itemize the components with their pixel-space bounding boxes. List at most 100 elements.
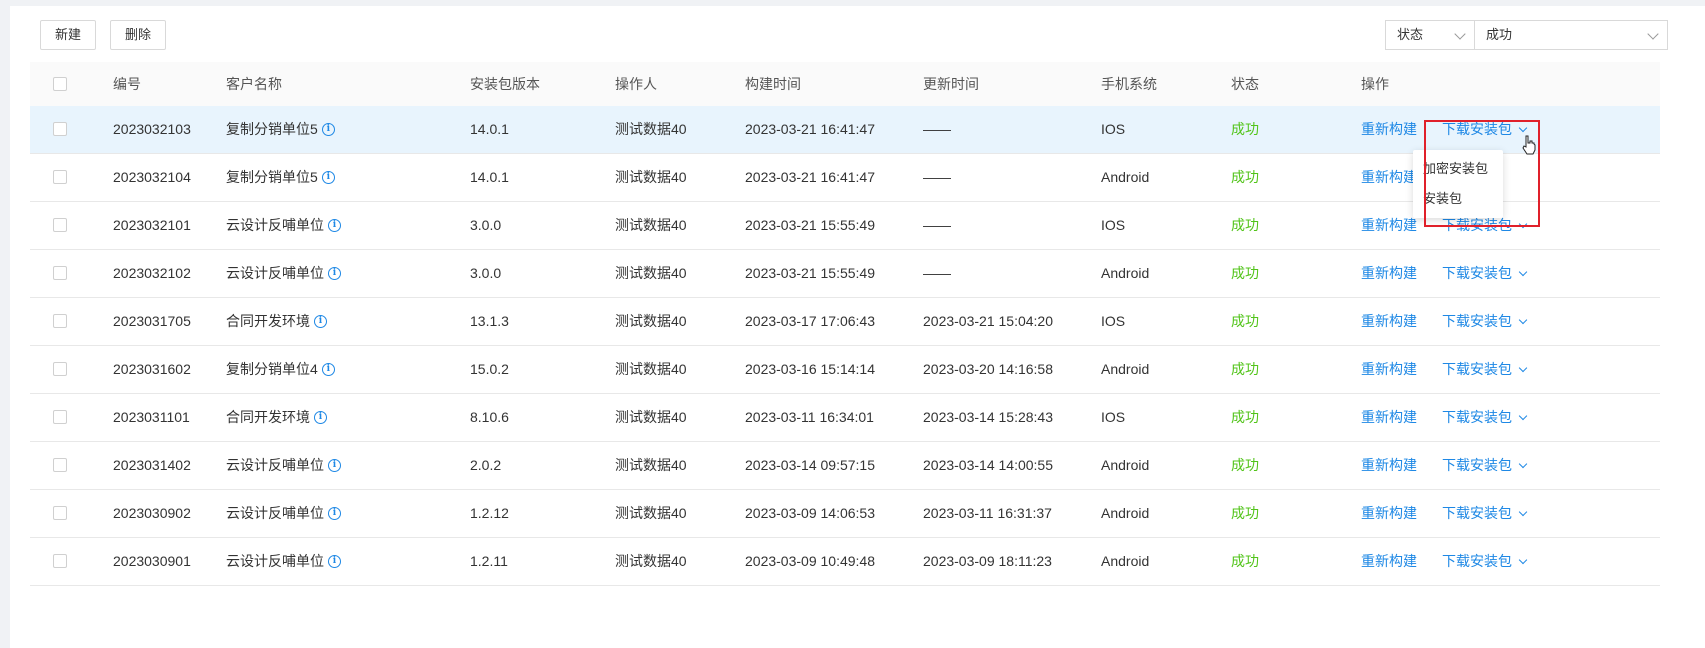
update-time-cell: —— [923, 250, 951, 297]
version-cell-text: 14.0.1 [470, 169, 509, 185]
row-checkbox[interactable] [53, 170, 67, 184]
info-icon[interactable]: i [321, 122, 335, 136]
new-button[interactable]: 新建 [40, 20, 96, 50]
download-package-link[interactable]: 下载安装包 [1442, 250, 1528, 297]
operator-cell-text: 测试数据40 [615, 265, 687, 281]
update-time-cell: 2023-03-09 18:11:23 [923, 538, 1052, 585]
id-cell-text: 2023032104 [113, 169, 191, 185]
build-time-cell-text: 2023-03-09 14:06:53 [745, 505, 875, 521]
os-cell: Android [1101, 154, 1149, 201]
id-cell-text: 2023031705 [113, 313, 191, 329]
info-icon[interactable]: i [328, 458, 341, 472]
download-package-link[interactable]: 下载安装包 [1442, 538, 1528, 585]
operator-cell-text: 测试数据40 [615, 169, 687, 185]
update-time-cell-text: 2023-03-20 14:16:58 [923, 361, 1053, 377]
row-checkbox[interactable] [53, 554, 67, 568]
os-cell-text: Android [1101, 553, 1150, 569]
status-cell-text: 成功 [1231, 313, 1259, 329]
info-icon[interactable]: i [328, 218, 341, 232]
download-package-link[interactable]: 下载安装包 [1442, 106, 1528, 153]
update-time-cell: —— [923, 106, 951, 153]
filter-value-select[interactable]: 成功 [1474, 20, 1668, 50]
filter-field-select[interactable]: 状态 [1385, 20, 1475, 50]
download-package-link[interactable]: 下载安装包 [1442, 490, 1528, 537]
update-time-cell-text: 2023-03-14 15:28:43 [923, 409, 1053, 425]
customer-cell: 云设计反哺单位 i [226, 250, 341, 297]
version-cell-text: 14.0.1 [470, 121, 509, 137]
operator-cell: 测试数据40 [615, 442, 687, 489]
operator-cell-text: 测试数据40 [615, 217, 687, 233]
info-icon[interactable]: i [328, 266, 341, 280]
build-time-cell: 2023-03-21 16:41:47 [745, 106, 875, 153]
download-package-link[interactable]: 下载安装包 [1442, 346, 1528, 393]
os-cell: IOS [1101, 106, 1125, 153]
rebuild-link[interactable]: 重新构建 [1361, 442, 1417, 489]
rebuild-link[interactable]: 重新构建 [1361, 538, 1417, 585]
os-cell: Android [1101, 538, 1149, 585]
update-time-cell-text: —— [923, 121, 951, 137]
id-cell: 2023031101 [113, 394, 190, 441]
download-package-label: 下载安装包 [1442, 265, 1512, 281]
rebuild-link[interactable]: 重新构建 [1361, 202, 1417, 249]
update-time-cell: 2023-03-11 16:31:37 [923, 490, 1052, 537]
customer-cell: 云设计反哺单位 i [226, 442, 341, 489]
rebuild-link[interactable]: 重新构建 [1361, 346, 1417, 393]
rebuild-link[interactable]: 重新构建 [1361, 106, 1417, 153]
operator-cell-text: 测试数据40 [615, 121, 687, 137]
column-header: 操作 [1361, 76, 1389, 92]
id-cell-text: 2023032103 [113, 121, 191, 137]
customer-cell: 合同开发环境 i [226, 298, 327, 345]
operator-cell-text: 测试数据40 [615, 505, 687, 521]
row-checkbox[interactable] [53, 218, 67, 232]
row-checkbox[interactable] [53, 410, 67, 424]
download-package-link[interactable]: 下载安装包 [1442, 442, 1528, 489]
operator-cell: 测试数据40 [615, 538, 687, 585]
download-package-link[interactable]: 下载安装包 [1442, 394, 1528, 441]
row-checkbox[interactable] [53, 458, 67, 472]
customer-cell-text: 云设计反哺单位 [226, 553, 324, 569]
version-cell-text: 3.0.0 [470, 217, 502, 233]
row-checkbox[interactable] [53, 122, 67, 136]
row-checkbox[interactable] [53, 506, 67, 520]
rebuild-link[interactable]: 重新构建 [1361, 250, 1417, 297]
info-icon[interactable]: i [314, 410, 327, 424]
version-cell: 3.0.0 [470, 202, 501, 249]
os-cell-text: Android [1101, 505, 1150, 521]
version-cell: 13.1.3 [470, 298, 509, 345]
build-time-cell-text: 2023-03-16 15:14:14 [745, 361, 875, 377]
id-cell-text: 2023032102 [113, 265, 191, 281]
customer-cell: 云设计反哺单位 i [226, 538, 341, 585]
menu-item-encrypted-package[interactable]: 加密安装包 [1413, 154, 1503, 184]
download-package-link[interactable]: 下载安装包 [1442, 298, 1528, 345]
column-header: 状态 [1231, 76, 1259, 92]
build-time-cell: 2023-03-16 15:14:14 [745, 346, 875, 393]
info-icon[interactable]: i [321, 362, 335, 376]
row-checkbox[interactable] [53, 314, 67, 328]
info-icon[interactable]: i [314, 314, 327, 328]
info-icon[interactable]: i [328, 554, 341, 568]
row-checkbox[interactable] [53, 266, 67, 280]
version-cell-text: 1.2.12 [470, 505, 509, 521]
select-all-checkbox[interactable] [53, 77, 67, 91]
os-cell-text: Android [1101, 457, 1150, 473]
status-cell: 成功 [1231, 538, 1259, 585]
row-checkbox[interactable] [53, 362, 67, 376]
customer-cell-text: 云设计反哺单位 [226, 505, 324, 521]
rebuild-link[interactable]: 重新构建 [1361, 154, 1417, 201]
info-icon[interactable]: i [328, 506, 341, 520]
rebuild-link[interactable]: 重新构建 [1361, 298, 1417, 345]
customer-cell-text: 复制分销单位5 [226, 121, 318, 137]
id-cell: 2023030902 [113, 490, 191, 537]
status-cell: 成功 [1231, 442, 1259, 489]
delete-button[interactable]: 删除 [110, 20, 166, 50]
os-cell: Android [1101, 442, 1149, 489]
rebuild-link[interactable]: 重新构建 [1361, 394, 1417, 441]
chevron-down-icon [1454, 28, 1466, 40]
customer-cell: 云设计反哺单位 i [226, 202, 341, 249]
download-package-label: 下载安装包 [1442, 361, 1512, 377]
menu-item-package[interactable]: 安装包 [1413, 184, 1503, 214]
rebuild-link[interactable]: 重新构建 [1361, 490, 1417, 537]
info-icon[interactable]: i [321, 170, 335, 184]
version-cell-text: 3.0.0 [470, 265, 502, 281]
id-cell-text: 2023030901 [113, 553, 191, 569]
